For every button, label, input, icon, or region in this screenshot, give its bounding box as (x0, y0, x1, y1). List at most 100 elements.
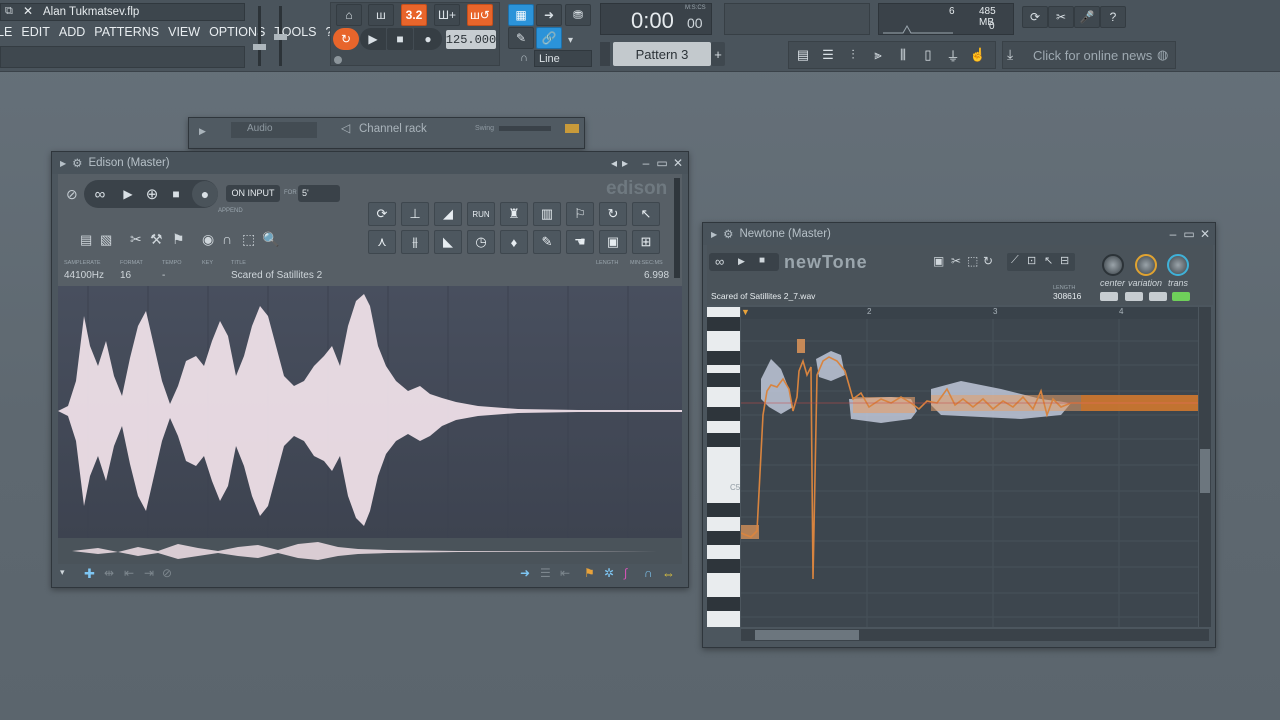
time-display[interactable]: 0:00 00 M:S:CS (600, 3, 712, 35)
snap-select[interactable]: Line (534, 50, 592, 67)
cursor-icon[interactable]: ↖ (1044, 254, 1053, 267)
dropdown-icon[interactable]: ▾ (60, 567, 65, 578)
horizontal-scroll-thumb[interactable] (755, 630, 859, 640)
plugin-icon[interactable]: ⏚ (942, 44, 964, 66)
add-marker-icon[interactable]: ✚ (84, 566, 95, 582)
swap-icon[interactable]: ⇔ (662, 566, 675, 581)
chevron-down-icon[interactable]: ▾ (568, 35, 573, 46)
collapse-arrow-icon[interactable]: ▶ (199, 126, 206, 137)
fade-in-icon[interactable]: ◢ (434, 202, 462, 226)
menu-patterns[interactable]: PATTERNS (94, 25, 159, 43)
gear-icon[interactable]: ⚙ (723, 227, 733, 241)
asterisk-icon[interactable]: ✲ (604, 566, 614, 580)
newtone-play-button[interactable]: ▶ (738, 256, 745, 267)
tempo-knob[interactable] (334, 56, 342, 64)
window-menu-icon[interactable]: ⧉ (5, 5, 13, 18)
zoom-icon[interactable]: 🔍 (262, 231, 279, 248)
loop-icon[interactable]: ∞ (715, 254, 724, 269)
mixer-sliders-icon[interactable]: ⫼ (892, 44, 914, 66)
wait-input-icon[interactable]: ш (368, 4, 394, 26)
tuning-fork-icon[interactable]: ⋏ (368, 230, 396, 254)
time-ruler[interactable]: 2 3 4 ▼ (741, 307, 1198, 319)
drop-icon[interactable]: ♦ (500, 230, 528, 254)
region-icon[interactable]: ⇹ (104, 566, 114, 580)
news-panel[interactable]: ⤓ Click for online news ◍ (1002, 41, 1176, 69)
select-icon[interactable]: ⬚ (242, 231, 255, 248)
minimize-icon[interactable]: – (639, 156, 653, 170)
playlist-icon[interactable]: ▤ (792, 44, 814, 66)
headphones-icon[interactable]: ∩ (644, 566, 653, 580)
center-knob[interactable] (1102, 254, 1124, 276)
close-icon[interactable]: ✕ (23, 4, 33, 18)
menu-add[interactable]: ADD (59, 25, 85, 43)
stop-button[interactable]: ■ (387, 28, 413, 50)
send-icon[interactable]: ⊞ (632, 230, 660, 254)
scrub-icon[interactable]: ⊕ (140, 183, 164, 205)
region2-icon[interactable]: ⇤ (124, 566, 134, 580)
tool-toggle-3[interactable] (1149, 292, 1167, 301)
help-icon[interactable]: ? (1100, 6, 1126, 28)
edison-play-button[interactable]: ▶ (116, 183, 140, 205)
menu-file[interactable]: FILE (0, 25, 12, 43)
metronome-icon[interactable]: ⌂ (336, 4, 362, 26)
trans-knob[interactable] (1167, 254, 1189, 276)
record-length-select[interactable]: 5' (298, 185, 340, 202)
steps-icon[interactable] (565, 124, 579, 133)
spectrum-icon[interactable]: ▥ (533, 202, 561, 226)
typing-keyboard-icon[interactable]: ▦ (508, 4, 534, 26)
menu-options[interactable]: OPTIONS (209, 25, 265, 43)
piano-roll-icon[interactable]: ☰ (817, 44, 839, 66)
reverse-icon[interactable]: ⟳ (368, 202, 396, 226)
marker-icon[interactable]: ⚐ (566, 202, 594, 226)
run-button[interactable]: RUN (467, 202, 495, 226)
channel-rack-icon[interactable]: ⫸ (867, 44, 889, 66)
reset-icon[interactable]: ↻ (983, 254, 993, 268)
cut-icon[interactable]: ✂ (130, 231, 142, 248)
pencil-icon[interactable]: ✎ (508, 27, 534, 49)
add-pattern-button[interactable]: + (711, 42, 725, 66)
snap-icon[interactable]: ⊡ (1027, 254, 1036, 267)
pattern-prev[interactable] (600, 42, 610, 66)
arrow-icon[interactable]: ➜ (520, 566, 530, 580)
master-pitch-handle[interactable] (274, 34, 287, 40)
save-small-icon[interactable]: ▤ (80, 232, 92, 248)
cut-icon[interactable]: ✂ (951, 254, 961, 268)
slicer-icon[interactable]: ⫵ (401, 230, 429, 254)
menu-view[interactable]: VIEW (168, 25, 200, 43)
download-icon[interactable]: ⤓ (1007, 46, 1013, 63)
link-icon[interactable]: 🔗 (536, 27, 562, 49)
flag-icon[interactable]: ⚑ (584, 566, 595, 580)
refresh-icon[interactable]: ↻ (599, 202, 627, 226)
curve-icon[interactable]: ∫ (624, 566, 627, 580)
menu-edit[interactable]: EDIT (21, 25, 49, 43)
record-button[interactable]: ● (414, 28, 442, 50)
link-off-icon[interactable]: ⊘ (162, 566, 172, 580)
touch-icon[interactable]: ☝ (967, 44, 989, 66)
horizontal-scrollbar[interactable] (741, 629, 1209, 641)
maximize-icon[interactable]: ▭ (1182, 227, 1196, 241)
import-icon[interactable]: ⇤ (560, 566, 570, 580)
newtone-titlebar[interactable]: ▶ ⚙ Newtone (Master) – ▭ ✕ (703, 223, 1215, 245)
save-icon[interactable]: ▣ (599, 230, 627, 254)
browser-icon[interactable]: ▯ (917, 44, 939, 66)
eye-icon[interactable]: ◉ (202, 231, 214, 248)
close-icon[interactable]: ✕ (1198, 227, 1212, 241)
song-pattern-toggle[interactable]: ↻ (333, 28, 359, 50)
piano-keyboard[interactable] (707, 307, 740, 627)
tempo-display[interactable]: 125.000 (446, 30, 496, 49)
cpu-monitor[interactable]: 6 485 MB 0 (878, 3, 1014, 35)
collapse-arrow-icon[interactable]: ▶ (711, 230, 717, 239)
playhead-marker[interactable]: ▼ (741, 307, 750, 317)
collapse-arrow-icon[interactable]: ▶ (60, 159, 66, 168)
brush-icon[interactable]: ✎ (533, 230, 561, 254)
channel-filter[interactable]: Audio (231, 122, 317, 138)
waveform-overview[interactable] (58, 538, 682, 564)
loop-icon[interactable]: ∞ (88, 183, 112, 205)
vertical-scrollbar[interactable] (1199, 307, 1211, 627)
wrench-icon[interactable]: ⚒ (150, 231, 163, 248)
fade-out-icon[interactable]: ◣ (434, 230, 462, 254)
tools-icon[interactable]: ✂ (1048, 6, 1074, 28)
edison-stop-button[interactable]: ■ (164, 183, 188, 205)
waveform-view[interactable] (58, 286, 682, 538)
swing-slider[interactable] (499, 126, 551, 131)
